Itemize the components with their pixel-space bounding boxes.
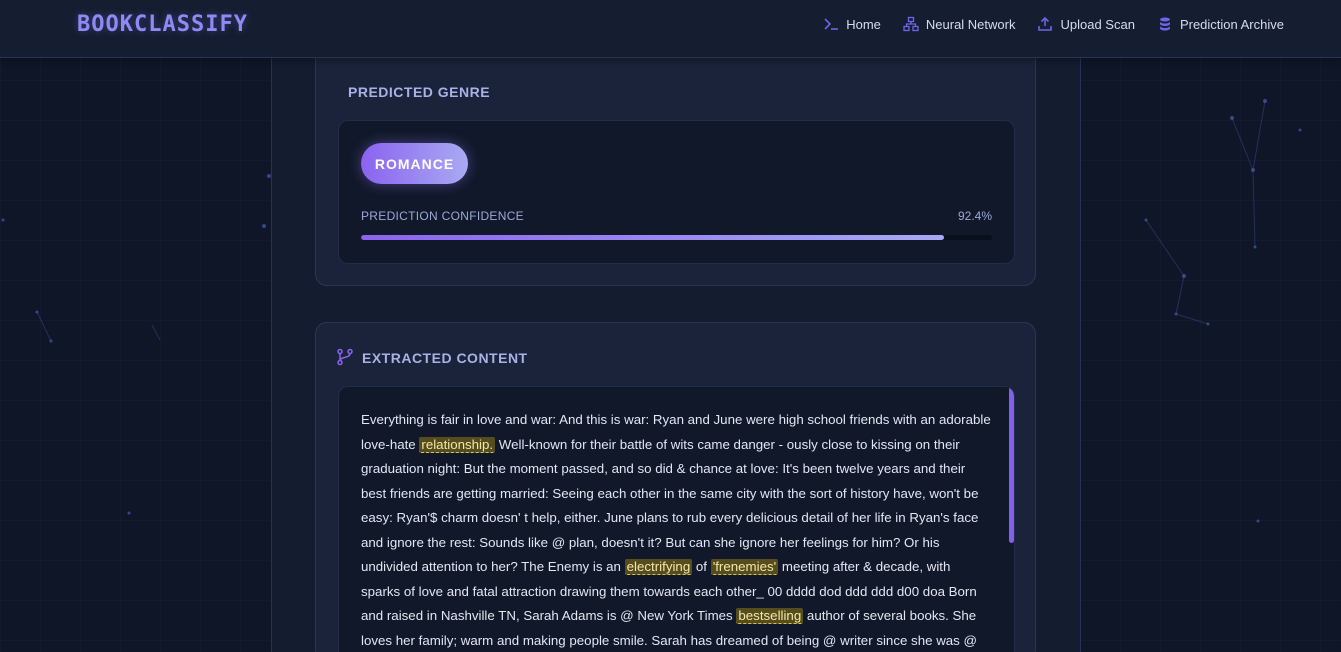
terminal-icon bbox=[824, 18, 839, 30]
git-branch-icon bbox=[337, 348, 353, 366]
confidence-bar-fill bbox=[361, 235, 945, 240]
nav-upload-scan-label: Upload Scan bbox=[1060, 16, 1135, 32]
nav-home[interactable]: Home bbox=[823, 16, 881, 32]
confidence-bar bbox=[361, 235, 992, 240]
nav-prediction-archive-label: Prediction Archive bbox=[1179, 16, 1284, 32]
upload-icon bbox=[1038, 16, 1053, 31]
nav-neural-network[interactable]: Neural Network bbox=[903, 16, 1016, 32]
main-nav: Home Neural Network Upload Scan Predicti… bbox=[823, 16, 1284, 32]
highlighted-keyword: relationship. bbox=[419, 436, 496, 453]
database-icon bbox=[1159, 17, 1170, 31]
nav-upload-scan[interactable]: Upload Scan bbox=[1037, 16, 1135, 32]
highlighted-keyword: electrifying bbox=[624, 559, 693, 575]
network-icon bbox=[903, 16, 919, 32]
predicted-genre-card: PREDICTED GENRE ROMANCE PREDICTION CONFI… bbox=[315, 58, 1036, 286]
extracted-text: Everything is fair in love and war: And … bbox=[361, 408, 993, 652]
confidence-value: 92.4% bbox=[957, 209, 992, 223]
nav-neural-network-label: Neural Network bbox=[925, 16, 1016, 32]
text-segment: Well-known for their battle of wits came… bbox=[361, 436, 979, 575]
top-navbar: BOOKCLASSIFY Home Neural Network Upload … bbox=[0, 0, 1341, 58]
confidence-label: PREDICTION CONFIDENCE bbox=[361, 209, 524, 223]
highlighted-keyword: 'frenemies' bbox=[710, 559, 779, 575]
extracted-text-panel[interactable]: Everything is fair in love and war: And … bbox=[338, 386, 1015, 652]
nav-prediction-archive[interactable]: Prediction Archive bbox=[1157, 16, 1284, 32]
nav-home-label: Home bbox=[846, 16, 881, 32]
brand-logo[interactable]: BOOKCLASSIFY bbox=[77, 12, 248, 37]
genre-badge: ROMANCE bbox=[361, 143, 468, 184]
extracted-content-heading: EXTRACTED CONTENT bbox=[362, 350, 528, 366]
highlighted-keyword: bestselling bbox=[736, 608, 804, 624]
scrollbar-thumb[interactable] bbox=[1009, 387, 1014, 543]
genre-result-panel: ROMANCE PREDICTION CONFIDENCE 92.4% bbox=[338, 120, 1015, 264]
text-segment: of bbox=[692, 559, 711, 574]
extracted-content-card: EXTRACTED CONTENT Everything is fair in … bbox=[315, 322, 1036, 652]
predicted-genre-heading: PREDICTED GENRE bbox=[348, 84, 491, 100]
